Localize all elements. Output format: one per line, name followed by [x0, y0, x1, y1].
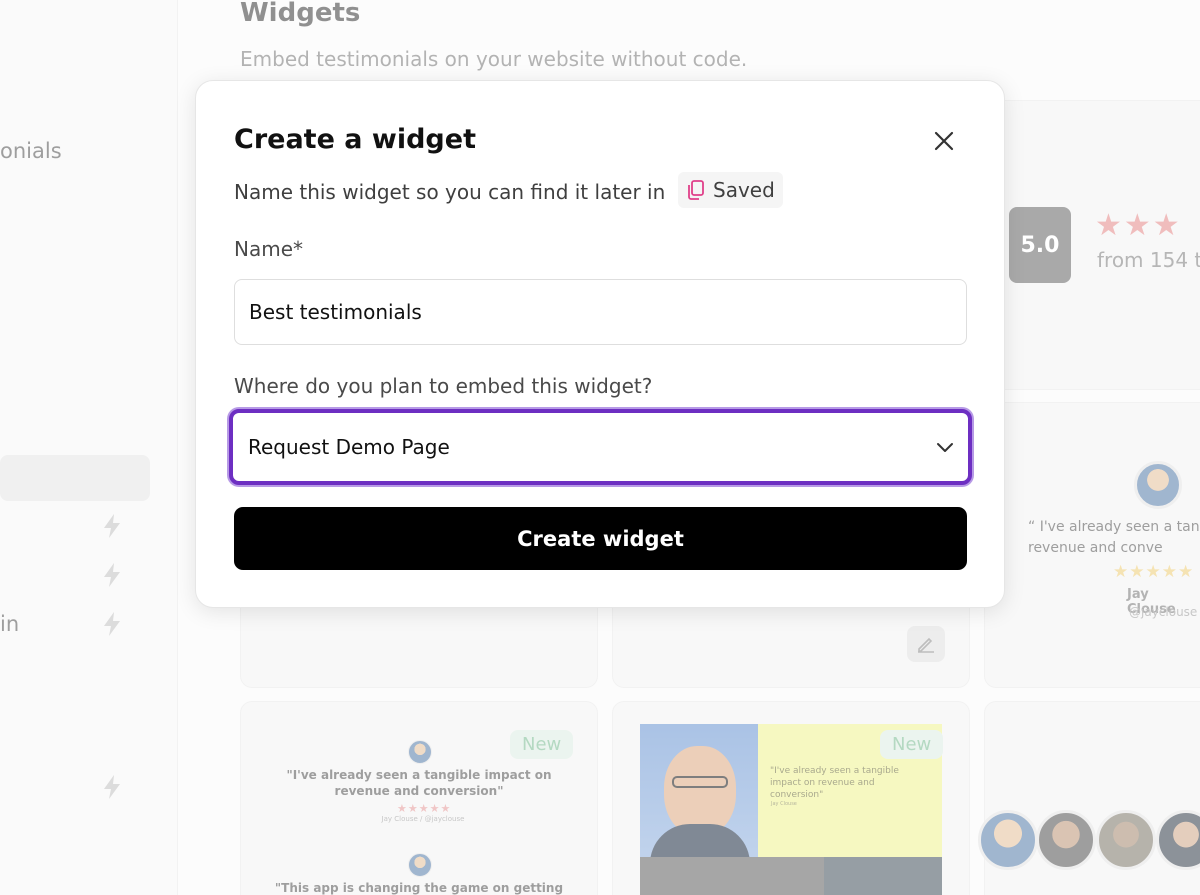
embed-location-select[interactable]: Request Demo Page	[229, 409, 972, 485]
chevron-down-icon	[937, 443, 953, 452]
create-widget-modal: Create a widget Name this widget so you …	[195, 80, 1005, 608]
name-label: Name*	[234, 237, 304, 261]
modal-title: Create a widget	[234, 124, 476, 155]
embed-location-value: Request Demo Page	[248, 435, 450, 459]
close-icon	[934, 131, 954, 151]
embed-location-label: Where do you plan to embed this widget?	[234, 374, 653, 398]
create-widget-button[interactable]: Create widget	[234, 507, 967, 570]
name-input[interactable]	[234, 279, 967, 345]
close-button[interactable]	[929, 126, 959, 156]
saved-label: Saved	[713, 178, 775, 202]
saved-link[interactable]: Saved	[678, 172, 783, 208]
copy-icon	[688, 180, 704, 200]
modal-description: Name this widget so you can find it late…	[234, 180, 666, 204]
